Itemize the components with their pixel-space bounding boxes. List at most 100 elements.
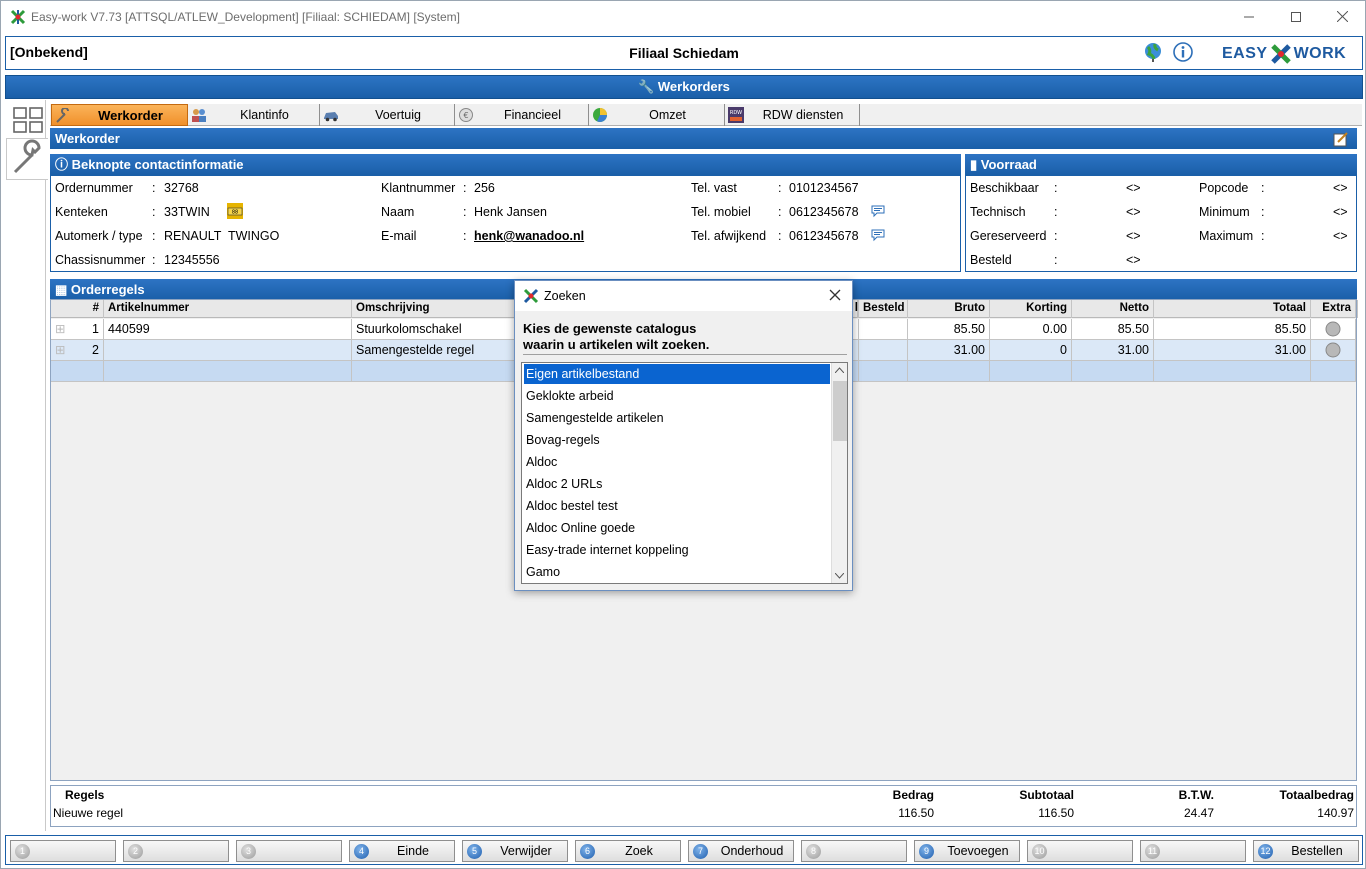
row-nr	[51, 361, 104, 382]
col-partial[interactable]: l	[852, 300, 859, 318]
sms-icon[interactable]	[871, 204, 885, 218]
tab-strip: Werkorder Klantinfo Voertuig € Financieel…	[50, 104, 1362, 126]
edit-icon[interactable]	[1333, 131, 1349, 147]
svg-text:€: €	[463, 111, 468, 120]
email-link[interactable]: henk@wanadoo.nl	[474, 229, 584, 243]
scrollbar[interactable]	[831, 363, 847, 583]
tab-omzet[interactable]: Omzet	[589, 104, 725, 126]
col-bruto[interactable]: Bruto	[908, 300, 990, 318]
colon: :	[1054, 253, 1058, 267]
info-icon[interactable]	[1172, 41, 1194, 63]
chevron-down-icon[interactable]	[835, 573, 844, 579]
row-besteld	[859, 361, 908, 382]
col-besteld[interactable]: Besteld	[859, 300, 908, 318]
chevron-up-icon[interactable]	[835, 367, 844, 373]
f2-button[interactable]: 2	[123, 840, 229, 862]
colon: :	[778, 229, 782, 243]
row-extra[interactable]	[1311, 340, 1356, 361]
svg-text:88: 88	[232, 210, 238, 216]
row-bruto: 85.50	[908, 319, 990, 340]
onderhoud-button[interactable]: 7 Onderhoud	[688, 840, 794, 862]
tab-financieel[interactable]: € Financieel	[455, 104, 589, 126]
tab-klantinfo[interactable]: Klantinfo	[188, 104, 320, 126]
row-netto: 31.00	[1072, 340, 1154, 361]
minimize-button[interactable]	[1226, 1, 1272, 32]
list-item[interactable]: Aldoc 2 URLs	[524, 474, 830, 494]
row-netto: 85.50	[1072, 319, 1154, 340]
f10-button[interactable]: 10	[1027, 840, 1133, 862]
tab-werkorder[interactable]: Werkorder	[51, 104, 188, 126]
row-besteld	[859, 319, 908, 340]
box-icon: ▮	[970, 157, 981, 172]
scrollbar-thumb[interactable]	[833, 381, 847, 441]
row-artikel: 440599	[104, 319, 352, 340]
kenteken-label: Kenteken	[55, 205, 108, 219]
globe-icon[interactable]	[1142, 41, 1164, 63]
row-nr: ⊞ 1	[51, 319, 104, 340]
technisch-label: Technisch	[970, 205, 1026, 219]
minimum-label: Minimum	[1199, 205, 1250, 219]
besteld-value: <>	[1126, 253, 1141, 267]
workorder-nav-button[interactable]	[6, 138, 48, 180]
table-icon: ▦	[55, 282, 71, 297]
f1-button[interactable]: 1	[10, 840, 116, 862]
list-item[interactable]: Aldoc bestel test	[524, 496, 830, 516]
brand-logo: EASY WORK	[1222, 43, 1346, 65]
list-item[interactable]: Geklokte arbeid	[524, 386, 830, 406]
grid-view-icon[interactable]	[12, 106, 44, 134]
list-item[interactable]: Gamo	[524, 562, 830, 582]
verwijder-button[interactable]: 5 Verwijder	[462, 840, 568, 862]
beschikbaar-label: Beschikbaar	[970, 181, 1039, 195]
status-dot-icon[interactable]	[1325, 342, 1341, 358]
f3-button[interactable]: 3	[236, 840, 342, 862]
colon: :	[1261, 205, 1265, 219]
close-window-button[interactable]	[1319, 1, 1365, 32]
f8-button[interactable]: 8	[801, 840, 907, 862]
list-item[interactable]: Bovag-regels	[524, 430, 830, 450]
popcode-label: Popcode	[1199, 181, 1249, 195]
gereserveerd-value: <>	[1126, 229, 1141, 243]
row-artikel	[104, 340, 352, 361]
list-item[interactable]: Eigen artikelbestand	[524, 364, 830, 384]
list-item[interactable]: Easy-trade internet koppeling	[524, 540, 830, 560]
colon: :	[463, 181, 467, 195]
einde-button[interactable]: 4 Einde	[349, 840, 455, 862]
row-bruto: 31.00	[908, 340, 990, 361]
list-item[interactable]: Aldoc	[524, 452, 830, 472]
close-icon[interactable]	[826, 286, 844, 304]
row-extra[interactable]	[1311, 319, 1356, 340]
catalog-listbox[interactable]: Eigen artikelbestand Geklokte arbeid Sam…	[521, 362, 848, 584]
bedrag-label: Bedrag	[892, 788, 934, 802]
tab-voertuig[interactable]: Voertuig	[320, 104, 455, 126]
zoek-button[interactable]: 6 Zoek	[575, 840, 681, 862]
f11-button[interactable]: 11	[1140, 840, 1246, 862]
bestellen-button[interactable]: 12 Bestellen	[1253, 840, 1359, 862]
popcode-value: <>	[1333, 181, 1348, 195]
status-dot-icon[interactable]	[1325, 321, 1341, 337]
email-label: E-mail	[381, 229, 417, 243]
row-besteld	[859, 340, 908, 361]
col-extra[interactable]: Extra	[1311, 300, 1356, 318]
colon: :	[1054, 229, 1058, 243]
maximize-button[interactable]	[1273, 1, 1319, 32]
col-korting[interactable]: Korting	[990, 300, 1072, 318]
col-artikelnummer[interactable]: Artikelnummer	[104, 300, 352, 318]
license-plate-icon[interactable]: 88	[227, 203, 243, 219]
col-totaal[interactable]: Totaal	[1154, 300, 1311, 318]
col-netto[interactable]: Netto	[1072, 300, 1154, 318]
toevoegen-button[interactable]: 9 Toevoegen	[914, 840, 1020, 862]
row-totaal	[1154, 361, 1311, 382]
col-nr[interactable]: #	[51, 300, 104, 318]
list-item[interactable]: Aldoc Online goede	[524, 518, 830, 538]
maximum-label: Maximum	[1199, 229, 1254, 243]
window-title: Easy-work V7.73 [ATTSQL/ATLEW_Developmen…	[31, 10, 461, 24]
list-item[interactable]: Samengestelde artikelen	[524, 408, 830, 428]
row-artikel[interactable]	[104, 361, 352, 382]
voorraad-panel: Beschikbaar : <> Technisch : <> Gereserv…	[965, 175, 1357, 272]
btw-label: B.T.W.	[1178, 788, 1214, 802]
colon: :	[152, 253, 156, 267]
btw-value: 24.47	[1183, 806, 1214, 820]
tab-rdw-diensten[interactable]: RDW RDW diensten	[725, 104, 860, 126]
car-icon	[324, 112, 338, 122]
sms-icon[interactable]	[871, 228, 885, 242]
